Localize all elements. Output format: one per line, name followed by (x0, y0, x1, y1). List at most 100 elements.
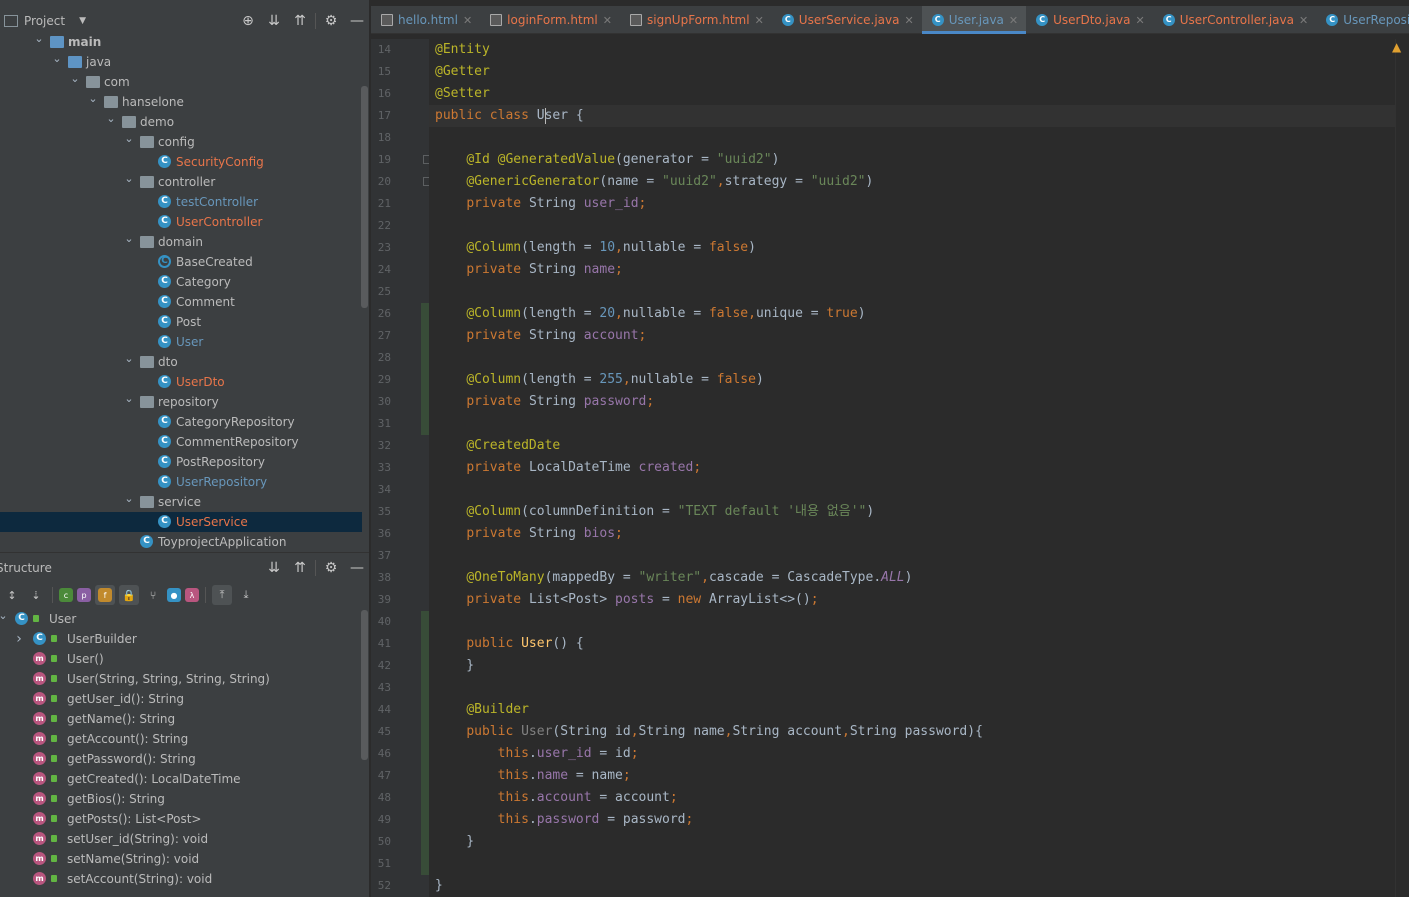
chevron-down-icon[interactable]: ⌄ (50, 49, 64, 69)
close-icon[interactable]: ✕ (1299, 14, 1308, 27)
close-icon[interactable]: ✕ (755, 14, 764, 27)
close-icon[interactable]: ✕ (463, 14, 472, 27)
tree-node[interactable]: C Category (0, 272, 362, 292)
show-non-public-icon[interactable]: 🔒 (119, 585, 139, 605)
chevron-down-icon[interactable]: ⌄ (122, 349, 136, 369)
close-icon[interactable]: ✕ (1009, 14, 1018, 27)
tree-node[interactable]: ⌄ demo (0, 112, 362, 132)
chevron-down-icon[interactable]: ⌄ (122, 389, 136, 409)
tree-node[interactable]: C User (0, 332, 362, 352)
tree-node[interactable]: C Comment (0, 292, 362, 312)
folder-icon (140, 136, 154, 148)
code-editor[interactable]: @Entity @Getter @Setter public class User {… (429, 39, 1409, 897)
lock-icon (51, 835, 57, 842)
tree-node[interactable]: C UserRepository (0, 472, 362, 492)
structure-scrollbar[interactable] (361, 610, 368, 760)
chevron-down-icon[interactable]: ⌄ (122, 229, 136, 249)
tree-node[interactable]: ⌄ service (0, 492, 362, 512)
editor-tab[interactable]: C UserController.java ✕ (1153, 6, 1316, 34)
minimize-icon[interactable]: — (344, 560, 369, 576)
structure-root[interactable]: ⌄ C User (0, 609, 362, 629)
structure-item[interactable]: m getPassword(): String (0, 749, 362, 769)
tree-node[interactable]: CtestController (0, 192, 362, 212)
tree-node[interactable]: ⌄ hanselone (0, 92, 362, 112)
tree-node[interactable]: ⌄ com (0, 72, 362, 92)
structure-item[interactable]: m getUser_id(): String (0, 689, 362, 709)
expand-all-icon[interactable]: ⇊ (261, 560, 287, 576)
line-number: 24 (377, 263, 391, 276)
tree-node[interactable]: C ToyprojectApplication (0, 532, 362, 552)
tree-node[interactable]: ⌄ repository (0, 392, 362, 412)
structure-item[interactable]: m getCreated(): LocalDateTime (0, 769, 362, 789)
tree-node[interactable]: C CategoryRepository (0, 412, 362, 432)
editor-scrollbar[interactable] (1395, 39, 1409, 897)
chevron-down-icon[interactable]: ⌄ (122, 129, 136, 149)
chevron-down-icon[interactable]: ⌄ (32, 29, 46, 49)
gear-icon[interactable]: ⚙ (318, 13, 344, 29)
project-view-selector[interactable]: Project ▼ (0, 14, 86, 28)
structure-item[interactable]: › C UserBuilder (0, 629, 362, 649)
autoscroll-to-source-icon[interactable]: ⤒ (212, 585, 232, 605)
tree-node[interactable]: ⌄ dto (0, 352, 362, 372)
chevron-right-icon[interactable]: › (12, 629, 26, 649)
gear-icon[interactable]: ⚙ (318, 560, 344, 576)
tree-node[interactable]: C UserController (0, 212, 362, 232)
vcs-change-marker[interactable] (421, 611, 429, 875)
vcs-change-marker[interactable] (421, 303, 429, 435)
editor-tab[interactable]: signUpForm.html ✕ (620, 6, 772, 34)
anonymous-classes-icon[interactable]: ● (167, 588, 181, 602)
code-token: ) (748, 240, 756, 255)
minimize-icon[interactable]: — (344, 13, 369, 29)
show-inherited-icon[interactable]: c (59, 588, 73, 602)
expand-all-icon[interactable]: ⇊ (261, 13, 287, 29)
chevron-down-icon[interactable]: ⌄ (0, 606, 10, 626)
editor-tab[interactable]: C UserDto.java ✕ (1026, 6, 1153, 34)
tree-node[interactable]: ⌄ config (0, 132, 362, 152)
field-icon: f (98, 588, 112, 602)
editor-tab[interactable]: C UserService.java ✕ (772, 6, 922, 34)
structure-item[interactable]: m User(String, String, String, String) (0, 669, 362, 689)
editor-tab[interactable]: CUserRepository.java✕ (1316, 6, 1409, 34)
sort-alpha-icon[interactable]: ⇣ (26, 585, 46, 605)
close-icon[interactable]: ✕ (603, 14, 612, 27)
chevron-down-icon[interactable]: ⌄ (86, 89, 100, 109)
tree-node[interactable]: C Post (0, 312, 362, 332)
lambda-icon[interactable]: λ (185, 588, 199, 602)
structure-item[interactable]: m User() (0, 649, 362, 669)
editor-tab[interactable]: hello.html ✕ (371, 6, 480, 34)
structure-item[interactable]: m getBios(): String (0, 789, 362, 809)
autoscroll-from-source-icon[interactable]: ⤓ (236, 585, 256, 605)
warning-icon[interactable]: ▲ (1392, 40, 1401, 54)
editor-tab[interactable]: C User.java ✕ (921, 6, 1027, 34)
locate-icon[interactable]: ⊕ (235, 13, 261, 29)
tree-node[interactable]: C CommentRepository (0, 432, 362, 452)
show-properties-icon[interactable]: p (77, 588, 91, 602)
tree-node[interactable]: ⌄ domain (0, 232, 362, 252)
editor-tab[interactable]: loginForm.html ✕ (480, 6, 620, 34)
tree-node[interactable]: C UserDto (0, 372, 362, 392)
show-lambdas-icon[interactable]: ⑂ (143, 585, 163, 605)
chevron-down-icon[interactable]: ⌄ (122, 489, 136, 509)
show-fields-toggle[interactable]: f (95, 585, 115, 605)
collapse-all-icon[interactable]: ⇈ (287, 13, 313, 29)
close-icon[interactable]: ✕ (904, 14, 913, 27)
chevron-down-icon[interactable]: ⌄ (68, 69, 82, 89)
sort-visibility-icon[interactable]: ↕ (2, 585, 22, 605)
structure-item[interactable]: m getAccount(): String (0, 729, 362, 749)
close-icon[interactable]: ✕ (1136, 14, 1145, 27)
structure-item[interactable]: m getPosts(): List<Post> (0, 809, 362, 829)
collapse-all-icon[interactable]: ⇈ (287, 560, 313, 576)
tree-node[interactable]: C SecurityConfig (0, 152, 362, 172)
project-scrollbar[interactable] (361, 86, 368, 308)
structure-item[interactable]: m setName(String): void (0, 849, 362, 869)
tree-node[interactable]: C UserService (0, 512, 362, 532)
tree-node[interactable]: C BaseCreated (0, 252, 362, 272)
structure-item[interactable]: m setUser_id(String): void (0, 829, 362, 849)
structure-item[interactable]: m getName(): String (0, 709, 362, 729)
structure-item[interactable]: m setAccount(String): void (0, 869, 362, 889)
chevron-down-icon[interactable]: ⌄ (104, 109, 118, 129)
tree-node[interactable]: C PostRepository (0, 452, 362, 472)
tree-node[interactable]: ⌄ controller (0, 172, 362, 192)
chevron-down-icon[interactable]: ⌄ (122, 169, 136, 189)
tree-node[interactable]: ⌄ java (0, 52, 362, 72)
